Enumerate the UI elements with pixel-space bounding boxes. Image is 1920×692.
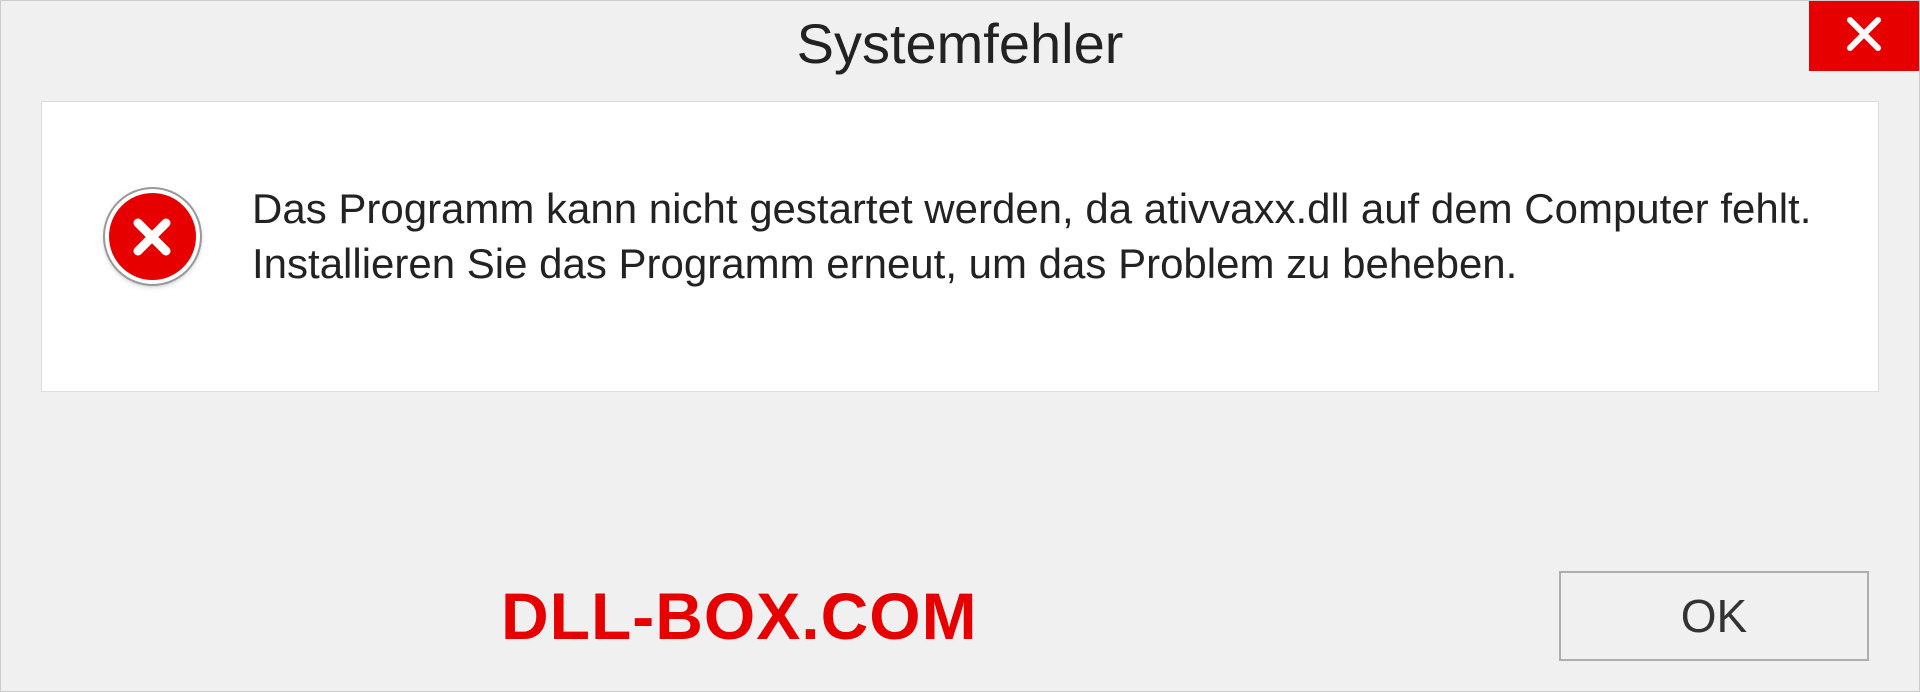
error-message: Das Programm kann nicht gestartet werden…	[252, 182, 1818, 291]
watermark-text: DLL-BOX.COM	[501, 578, 978, 654]
content-panel: Das Programm kann nicht gestartet werden…	[41, 101, 1879, 392]
close-button[interactable]	[1809, 1, 1919, 71]
dialog-title: Systemfehler	[797, 11, 1124, 76]
close-icon	[1844, 14, 1884, 59]
error-icon	[102, 187, 202, 287]
dialog-footer: DLL-BOX.COM OK	[1, 571, 1919, 661]
titlebar: Systemfehler	[1, 1, 1919, 91]
ok-button[interactable]: OK	[1559, 571, 1869, 661]
error-dialog: Systemfehler Das Programm kann nicht ges…	[0, 0, 1920, 692]
